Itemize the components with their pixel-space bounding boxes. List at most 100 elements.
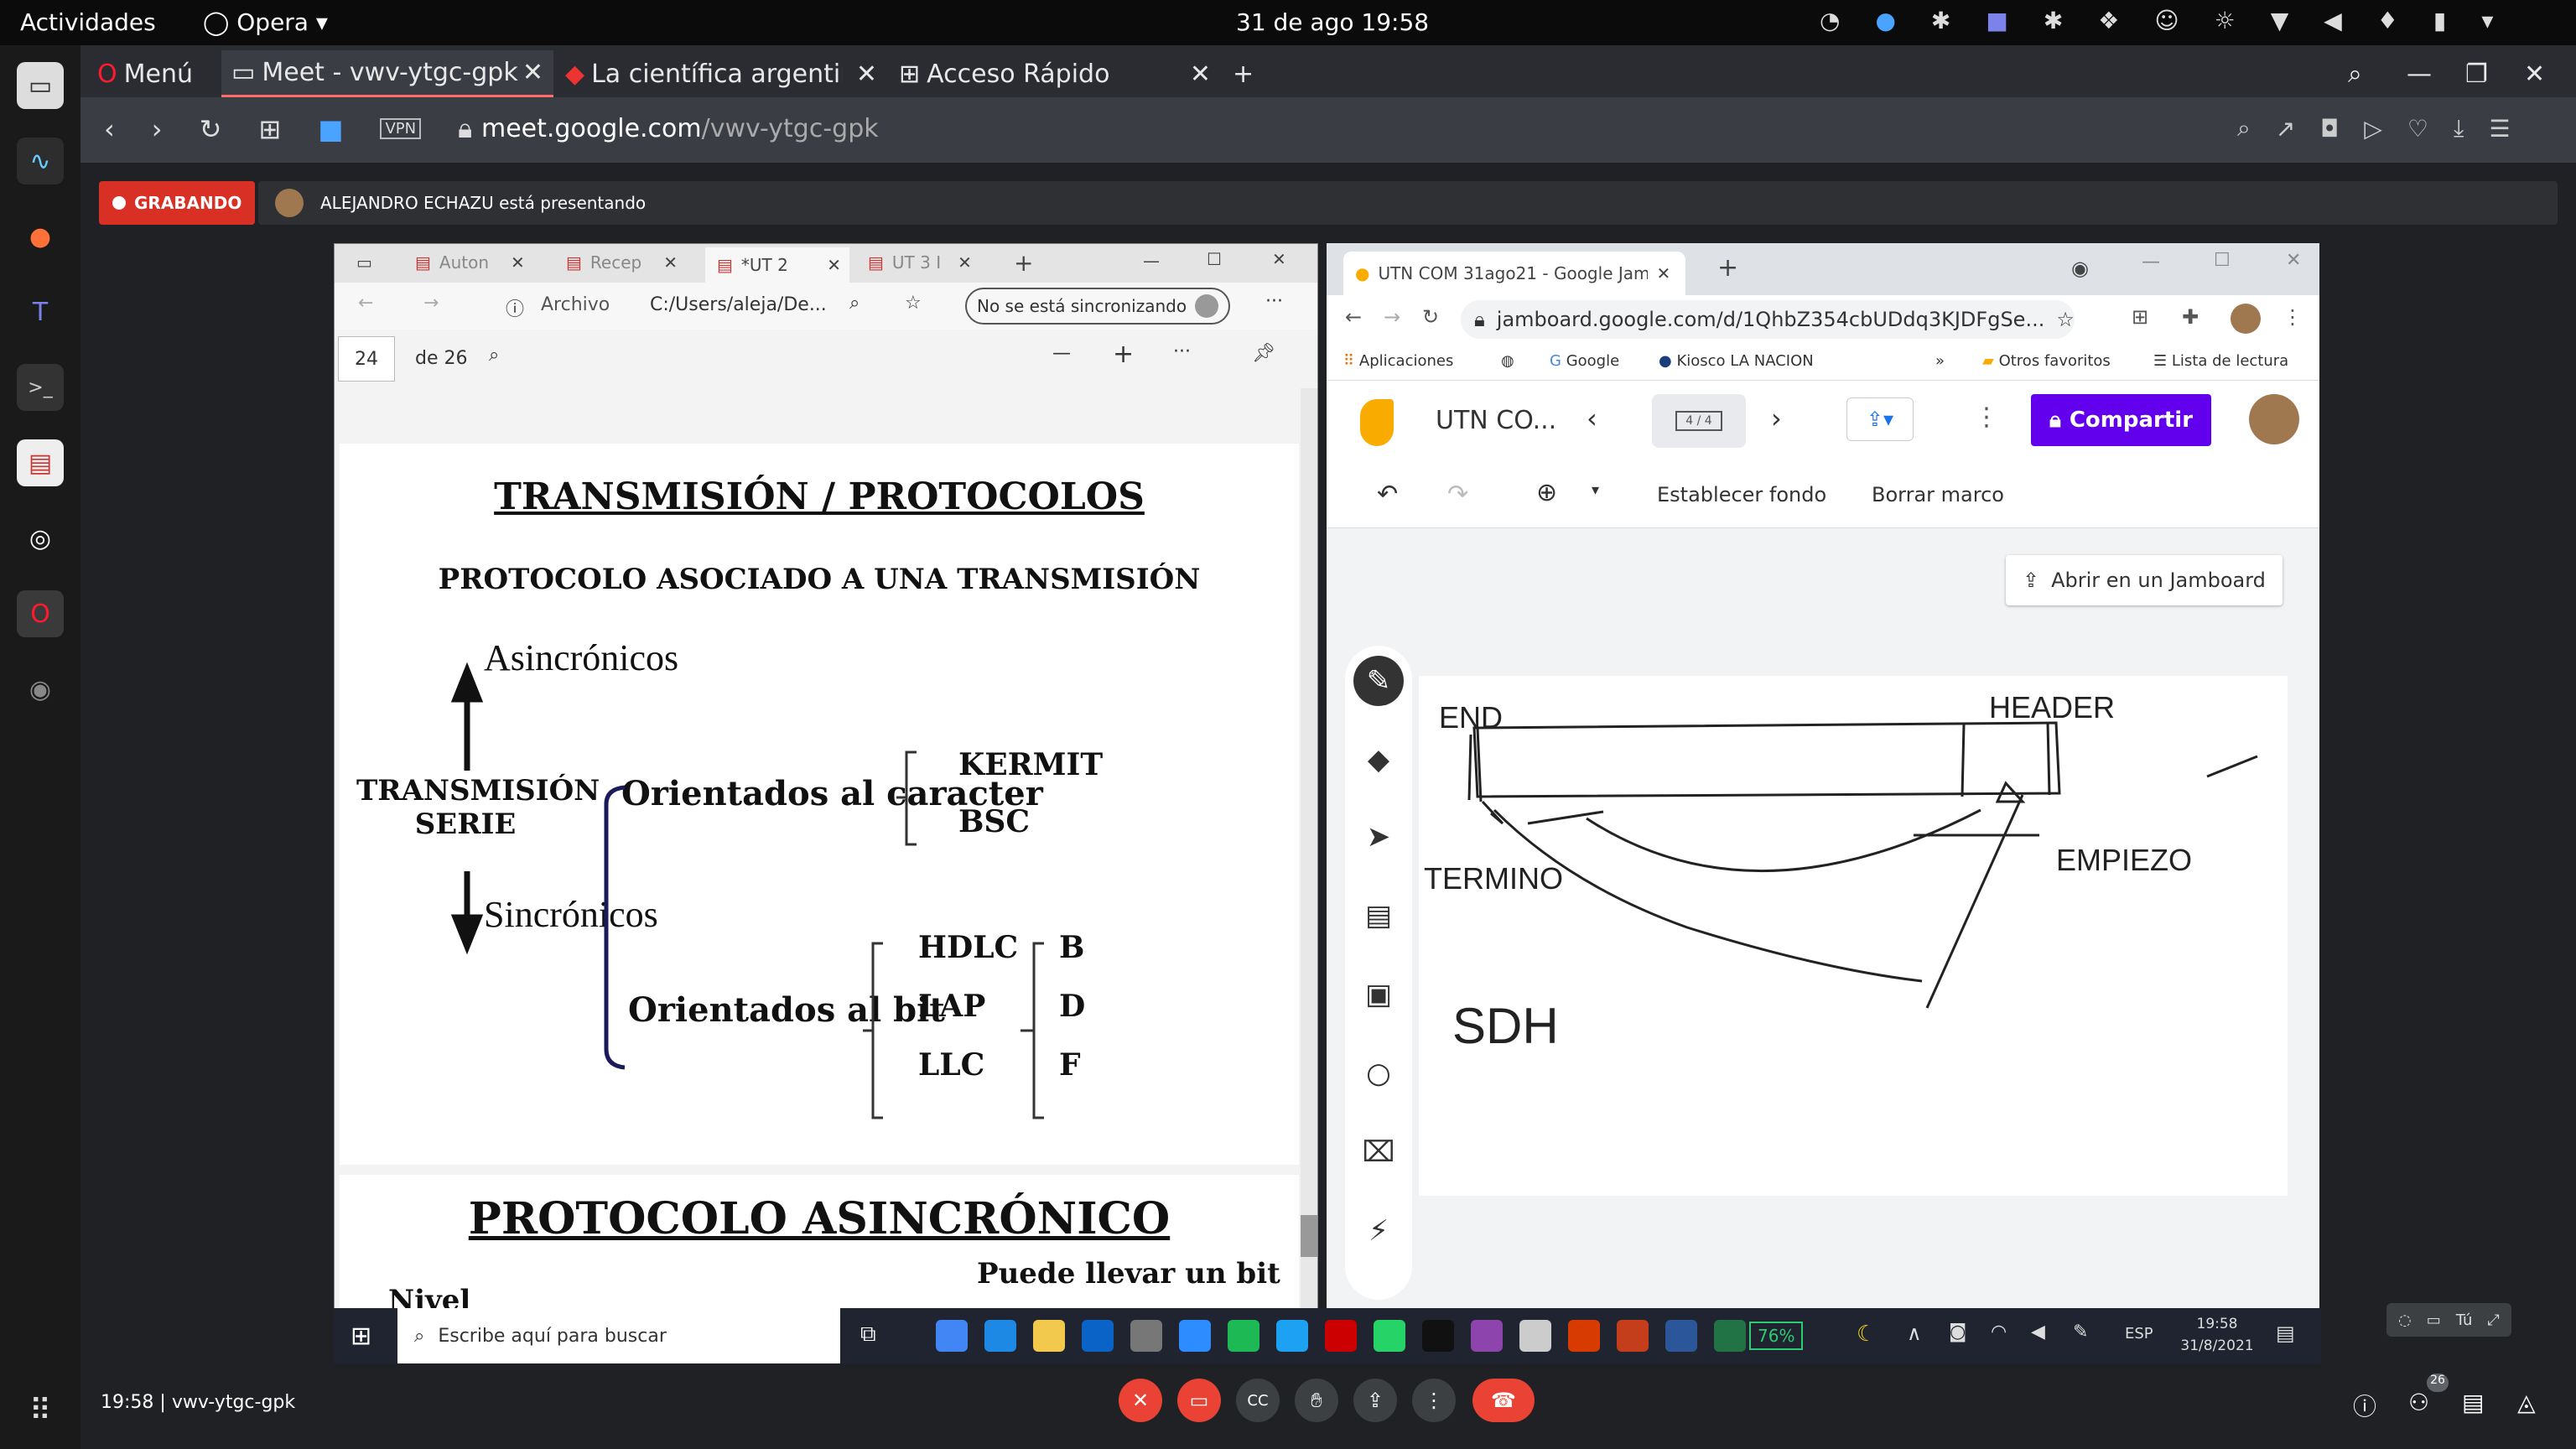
open-in-jamboard-button[interactable]: ⇪ Abrir en un Jamboard [2006,555,2283,605]
snapshot-icon[interactable]: ◘ [2320,115,2339,143]
system-monitor-icon[interactable]: ∿ [17,138,64,184]
windows-start-icon[interactable]: ⊞ [351,1322,371,1351]
tab-meet[interactable]: ▭ Meet - vwv-ytgc-gpk ✕ [221,50,553,97]
url-field[interactable]: meet.google.com/vwv-ytgc-gpk [481,114,879,143]
minimize-button[interactable]: — [2397,50,2442,97]
minimize-button[interactable]: — [2142,252,2160,273]
new-tab-button[interactable]: + [1014,249,1033,277]
opera-dock-icon[interactable]: O [17,590,64,637]
undo-icon[interactable]: ↶ [1377,480,1398,509]
paint-taskbar-icon[interactable] [1471,1320,1503,1352]
new-tab-button[interactable]: + [1717,253,1738,283]
circle-icon[interactable]: ○ [1353,1048,1404,1098]
bookmark-google[interactable]: G Google [1550,352,1619,370]
presentation-icon[interactable]: ▤ [17,439,64,486]
clock[interactable]: 31 de ago 19:58 [1236,8,1429,36]
prev-frame-icon[interactable]: ‹ [1587,402,1597,434]
self-view-tile[interactable]: ◌ ▭ Tú ⤢ [2386,1303,2511,1337]
avatar[interactable] [2231,304,2261,334]
share-button[interactable]: 🔒︎ Compartir [2031,394,2212,446]
restore-button[interactable]: ❐ [2455,50,2498,97]
zoom-dropdown-icon[interactable]: ▾ [1592,481,1599,499]
pdf-tab-0[interactable]: ▤ Auton ✕ [415,252,525,273]
volume-icon[interactable]: ◀︎ [2031,1322,2045,1343]
system-tray[interactable]: ◔ ● ✱ ■ ✱ ❖ ☺ ☼ ▼ ◀ ♦ ▮ ▾ [1820,7,2493,34]
firefox-icon[interactable]: ● [17,213,64,260]
discord-icon[interactable]: ☺ [2154,7,2179,34]
more-icon[interactable]: ··· [1265,291,1283,312]
obs-dock-icon[interactable]: ◎ [17,515,64,562]
zoom-icon[interactable]: ⌕ [2237,114,2251,143]
avatar[interactable] [2249,394,2299,444]
pdf-path[interactable]: C:/Users/aleja/De... [650,294,827,315]
brightness-icon[interactable]: ☼ [2215,7,2236,34]
new-tab-button[interactable]: + [1223,50,1264,97]
next-frame-icon[interactable]: › [1771,402,1782,434]
close-window-button[interactable]: ✕ [2286,250,2301,271]
close-icon[interactable]: ✕ [856,60,877,89]
mic-toggle-button[interactable]: ✕ [1119,1379,1162,1422]
clear-frame-button[interactable]: Borrar marco [1872,483,2004,506]
tray-overflow-icon[interactable]: ∧ [1907,1322,1922,1345]
close-icon[interactable]: ✕ [958,252,972,273]
word-taskbar-icon[interactable] [1665,1320,1697,1352]
reload-icon[interactable]: ↻ [200,113,222,145]
powerpoint-taskbar-icon[interactable] [1617,1320,1649,1352]
page-number-input[interactable]: 24 [338,336,395,382]
present-dropdown-button[interactable]: ⇪▾ [1846,397,1914,441]
easy-setup-icon[interactable]: ☰ [2489,115,2510,143]
pin-icon[interactable]: 📌︎ [1252,343,1275,364]
battery-icon[interactable]: ▮ [2433,7,2446,34]
sticky-note-icon[interactable]: ▤ [1353,891,1404,941]
moon-icon[interactable]: ☾ [1857,1322,1876,1347]
zoom-taskbar-icon[interactable] [1179,1320,1211,1352]
opera-menu-button[interactable]: O Menú [87,50,203,97]
close-icon[interactable]: ✕ [1190,60,1211,89]
set-background-button[interactable]: Establecer fondo [1657,483,1826,506]
minimize-button[interactable]: — [1143,251,1160,271]
forward-icon[interactable]: → [423,293,439,314]
more-options-button[interactable]: ⋮ [1412,1379,1456,1422]
close-window-button[interactable]: ✕ [1272,249,1286,269]
teams-icon[interactable]: ■ [1986,7,2007,34]
mic-icon[interactable]: ♦ [2377,7,2398,34]
pdf-tab-1[interactable]: ▤ Recep ✕ [566,252,678,273]
close-icon[interactable]: ✕ [522,58,543,87]
bookmark-kiosco[interactable]: ● Kiosco LA NACION [1659,352,1814,370]
forward-icon[interactable]: → [1384,305,1400,329]
people-icon[interactable]: ⚇ [2408,1389,2429,1416]
files-icon[interactable]: ▭ [17,62,64,109]
pdf-more-icon[interactable]: ··· [1173,341,1191,362]
edge-taskbar-icon[interactable] [984,1320,1016,1352]
zoom-icon[interactable]: ⊕ [1536,478,1557,507]
teams-dock-icon[interactable]: T [17,288,64,335]
close-icon[interactable]: ✕ [663,252,678,273]
heart-icon[interactable]: ♡ [2407,115,2428,143]
expand-icon[interactable]: ⤢ [2487,1311,2499,1329]
filezilla-taskbar-icon[interactable] [1325,1320,1357,1352]
close-icon[interactable]: ✕ [1656,263,1670,283]
activities-icon[interactable]: ◬ [2517,1389,2536,1416]
chrome-taskbar-icon[interactable] [936,1320,968,1352]
pen-icon[interactable]: ✎ [2073,1322,2088,1343]
show-apps-icon[interactable]: ⠿ [17,1387,64,1434]
explorer-taskbar-icon[interactable] [1033,1320,1065,1352]
pdf-tab-2[interactable]: ▤ *UT 2 ✕ [705,247,849,283]
tab-acceso-rapido[interactable]: ⊞ Acceso Rápido ✕ [889,50,1221,97]
meeting-details-icon[interactable]: ⓘ [2353,1389,2376,1422]
spotify-taskbar-icon[interactable] [1228,1320,1259,1352]
more-options-icon[interactable]: ⋮ [1974,402,1999,432]
bluetooth-icon[interactable]: ✱ [1931,7,1950,34]
maximize-button[interactable]: ☐ [1207,249,1222,269]
sync-button[interactable]: No se está sincronizando [965,288,1231,325]
tab-search-icon[interactable]: ◉ [2071,257,2089,280]
zoom-in-icon[interactable]: + [1113,340,1134,369]
raise-hand-button[interactable]: ✋︎ [1295,1379,1338,1422]
window-close-button[interactable]: ✕ [2514,50,2555,97]
close-icon[interactable]: ✕ [511,252,525,273]
battery-indicator[interactable]: 76% [1749,1322,1804,1350]
activities-button[interactable]: Actividades [20,8,156,36]
globe-icon[interactable]: ◍ [1501,352,1514,370]
reload-icon[interactable]: ↻ [1422,305,1439,329]
zoom-out-icon[interactable]: — [1052,343,1071,364]
